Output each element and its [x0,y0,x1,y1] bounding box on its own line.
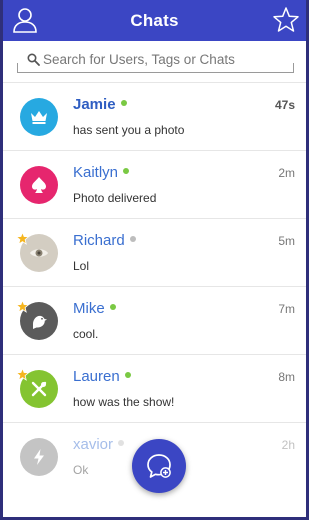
chat-preview: Ok [73,463,89,477]
search-icon [27,53,40,66]
chat-time: 47s [274,98,295,112]
search-input[interactable] [17,47,294,73]
avatar [20,166,58,204]
eye-icon [30,249,48,257]
bird-icon [33,315,47,329]
chat-time: 7m [278,302,295,316]
app-header: Chats [3,0,306,41]
new-chat-icon [147,454,171,478]
page-title: Chats [130,10,179,30]
chat-preview: has sent you a photo [73,123,185,137]
crown-icon [31,111,47,124]
chat-row-lauren[interactable]: Lauren how was the show! 8m [3,354,306,422]
favorite-star-icon [16,300,29,313]
chat-name: Richard [73,232,136,249]
chat-preview: cool. [73,327,99,341]
chat-name: Mike [73,300,116,317]
utensils-icon [31,381,47,397]
lightning-icon [34,449,44,465]
chat-time: 5m [278,234,295,248]
offline-status-dot [129,236,136,243]
search-bar [17,47,294,76]
online-status-dot [123,168,130,175]
chat-name: Kaitlyn [73,164,130,181]
chat-list: Jamie has sent you a photo 47s Kaitlyn P… [3,82,306,490]
chat-time: 2m [278,166,295,180]
chat-name: xavior [73,436,125,453]
chat-preview: Photo delivered [73,191,157,205]
chat-name: Lauren [73,368,131,385]
chat-preview: how was the show! [73,395,175,409]
chat-name: Jamie [73,96,127,113]
new-chat-button[interactable] [132,439,186,493]
chat-preview: Lol [73,259,90,273]
chat-row-mike[interactable]: Mike cool. 7m [3,286,306,354]
search-underline-left [17,63,18,73]
online-status-dot [124,372,131,379]
favorite-star-icon [16,368,29,381]
favorites-button[interactable] [272,6,300,34]
online-status-dot [109,304,116,311]
online-status-dot [120,100,127,107]
chat-row-jamie[interactable]: Jamie has sent you a photo 47s [3,82,306,150]
favorite-star-icon [16,232,29,245]
chat-time: 8m [278,370,295,384]
search-underline-right [293,63,294,73]
profile-button[interactable] [11,6,39,34]
star-icon [273,7,299,32]
app-frame: Chats Jamie has sent you a photo [0,0,309,520]
chat-time: 2h [281,438,295,452]
avatar [20,98,58,136]
spade-icon [32,177,46,193]
chat-row-kaitlyn[interactable]: Kaitlyn Photo delivered 2m [3,150,306,218]
offline-status-dot [118,440,125,447]
avatar [20,438,58,476]
user-icon [13,8,37,33]
chat-row-richard[interactable]: Richard Lol 5m [3,218,306,286]
